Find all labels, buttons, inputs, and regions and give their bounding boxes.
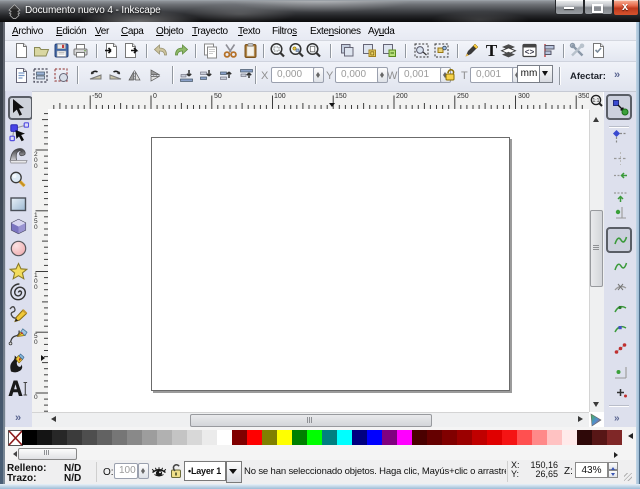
svg-text:<>: <> [524, 49, 534, 58]
svg-text:T: T [485, 42, 497, 59]
svg-text:1:1: 1:1 [593, 98, 600, 104]
